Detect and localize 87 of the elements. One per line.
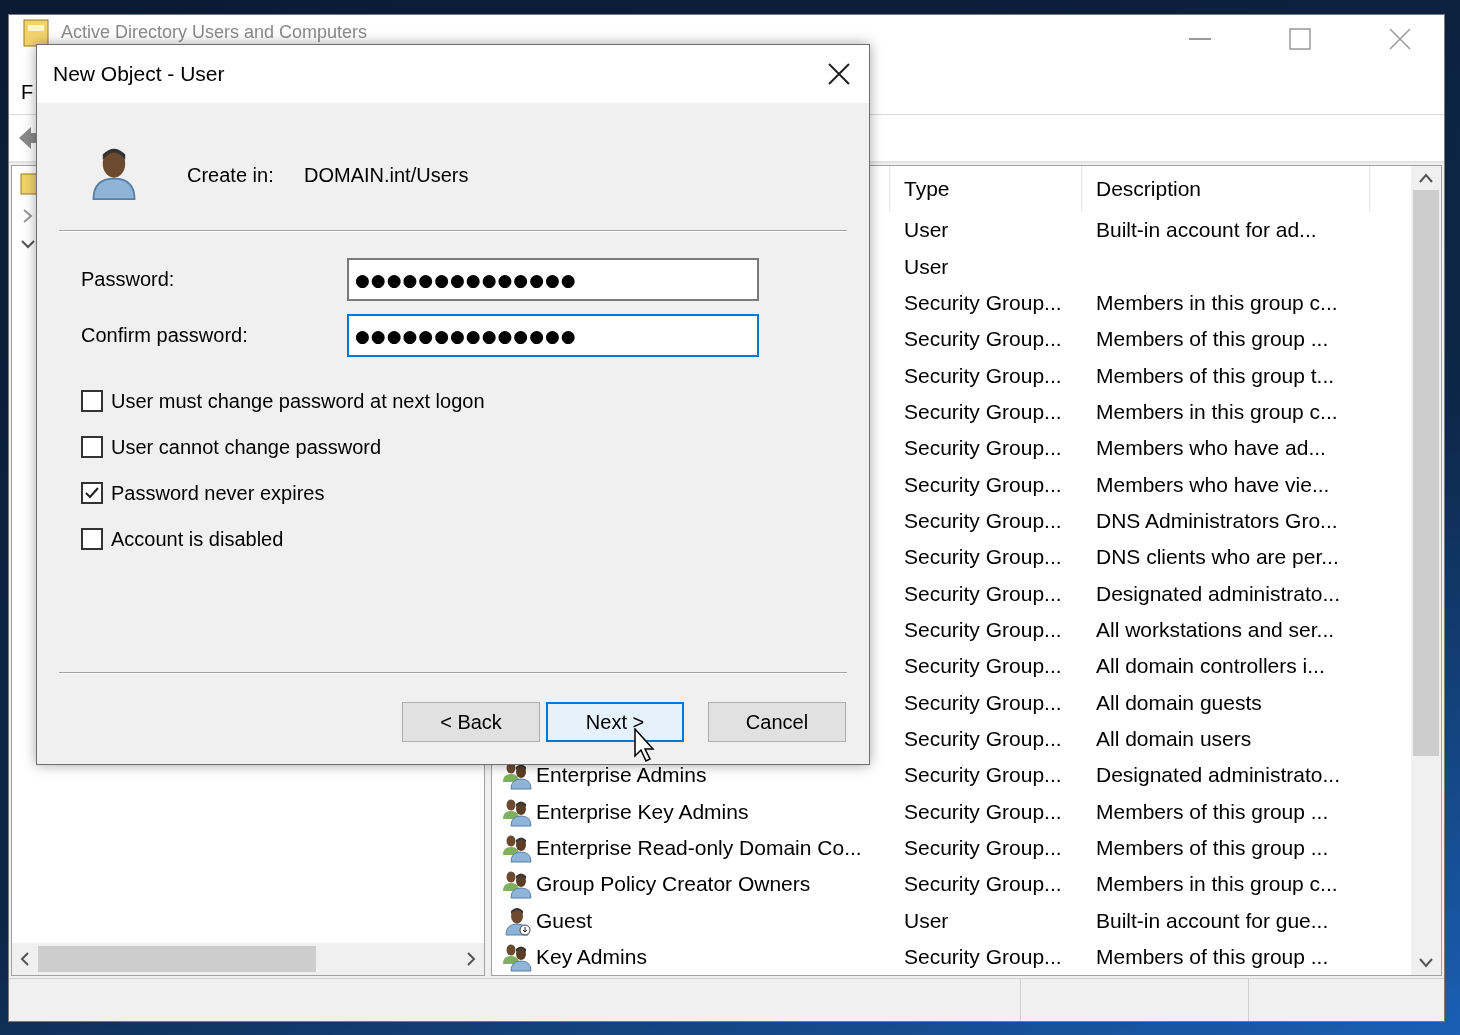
table-cell-text: Security Group... [903, 872, 1063, 897]
check-icon [84, 485, 100, 501]
object-name[interactable]: Enterprise Admins [536, 763, 707, 788]
table-cell-text: Members of this group ... [1095, 836, 1330, 860]
scroll-down-icon[interactable] [1418, 957, 1434, 969]
checkbox-label[interactable]: Account is disabled [111, 527, 284, 551]
column-header[interactable]: Description [1082, 166, 1370, 212]
table-cell-text: User [903, 254, 950, 279]
minimize-icon [1189, 38, 1211, 40]
password-field[interactable]: ●●●●●●●●●●●●●● [347, 314, 759, 357]
table-cell-text: Security Group... [903, 363, 1063, 388]
table-cell-text: Members of this group ... [1095, 799, 1330, 824]
table-cell-text: Security Group... [903, 727, 1063, 751]
dialog-button[interactable]: Next > [546, 702, 684, 742]
dialog-title: New Object - User [53, 62, 226, 86]
table-cell-text: Security Group... [903, 472, 1063, 497]
group-icon [502, 869, 532, 900]
scroll-thumb[interactable] [38, 946, 316, 972]
object-name[interactable]: Guest [536, 908, 593, 933]
table-cell-text: All domain users [1095, 727, 1253, 751]
table-cell-text: All workstations and ser... [1095, 617, 1336, 642]
scroll-right-icon[interactable] [464, 951, 478, 967]
table-cell-text: All domain guests [1095, 690, 1263, 715]
table-cell-text: Security Group... [903, 436, 1063, 461]
table-cell-text: DNS clients who are per... [1095, 545, 1340, 570]
folder-icon [23, 19, 49, 47]
field-label: Password: [80, 268, 176, 291]
scroll-thumb[interactable] [1413, 190, 1439, 756]
table-cell-text: All domain controllers i... [1095, 654, 1326, 679]
table-cell-text: Security Group... [903, 399, 1063, 424]
dialog-button[interactable]: < Back [402, 702, 540, 742]
checkbox[interactable] [81, 390, 103, 412]
table-cell-text: Built-in account for ad... [1095, 218, 1318, 243]
table-cell-text: Members who have vie... [1095, 472, 1331, 497]
menu-item[interactable]: F [19, 81, 36, 104]
column-header[interactable]: Type [890, 166, 1082, 212]
object-name[interactable]: Group Policy Creator Owners [536, 872, 811, 897]
group-icon [502, 833, 532, 863]
dialog-button[interactable]: Cancel [708, 702, 846, 742]
checkbox-label[interactable]: User must change password at next logon [111, 389, 485, 413]
checkbox[interactable] [81, 482, 103, 504]
table-cell-text: Members in this group c... [1095, 399, 1339, 424]
window-title: Active Directory Users and Computers [61, 21, 369, 43]
checkbox[interactable] [81, 436, 103, 458]
field-label: Confirm password: [80, 324, 249, 347]
table-cell-text: Security Group... [903, 545, 1063, 570]
table-cell-text: Security Group... [903, 508, 1063, 533]
table-cell-text: Security Group... [903, 581, 1063, 606]
object-name[interactable]: Enterprise Read-only Domain Co... [536, 836, 862, 860]
vertical-scrollbar[interactable] [1411, 166, 1441, 975]
maximize-icon [1289, 28, 1311, 50]
scroll-left-icon[interactable] [18, 951, 32, 967]
checkbox[interactable] [81, 528, 103, 550]
create-in-path: DOMAIN.int/Users [304, 163, 469, 187]
table-cell-text: Members in this group c... [1095, 872, 1339, 897]
table-cell-text: User [903, 908, 950, 933]
table-cell-text: Members in this group c... [1095, 290, 1339, 315]
table-cell-text: Members of this group t... [1095, 363, 1336, 388]
table-cell-text: Designated administrato... [1095, 763, 1341, 788]
table-cell-text: Security Group... [903, 945, 1063, 970]
table-cell-text: Security Group... [903, 836, 1063, 860]
close-icon [1389, 28, 1411, 50]
checkbox-label[interactable]: User cannot change password [111, 435, 382, 459]
table-cell-text: Security Group... [903, 799, 1063, 824]
table-cell-text: Members of this group ... [1095, 327, 1330, 352]
table-cell-text: Built-in account for gue... [1095, 908, 1330, 933]
create-in-label: Create in: [187, 163, 275, 187]
table-cell-text: Members who have ad... [1095, 436, 1327, 461]
table-cell-text: Security Group... [903, 763, 1063, 788]
table-cell-text: DNS Administrators Gro... [1095, 508, 1339, 533]
table-cell-text: User [903, 218, 950, 243]
table-cell-text: Security Group... [903, 690, 1063, 715]
horizontal-scrollbar[interactable] [12, 943, 484, 975]
close-icon [827, 62, 851, 86]
password-field[interactable]: ●●●●●●●●●●●●●● [347, 258, 759, 301]
table-cell-text: Security Group... [903, 290, 1063, 315]
object-name[interactable]: Enterprise Key Admins [536, 799, 749, 824]
user-icon [502, 905, 532, 936]
table-cell-text: Members of this group ... [1095, 945, 1330, 970]
table-cell-text: Security Group... [903, 654, 1063, 679]
table-cell-text: Security Group... [903, 617, 1063, 642]
table-cell-text: Designated administrato... [1095, 581, 1341, 606]
object-name[interactable]: Key Admins [536, 945, 647, 970]
group-icon [502, 942, 532, 973]
table-cell-text: Security Group... [903, 327, 1063, 352]
scroll-up-icon[interactable] [1418, 172, 1434, 184]
checkbox-label[interactable]: Password never expires [111, 481, 325, 505]
